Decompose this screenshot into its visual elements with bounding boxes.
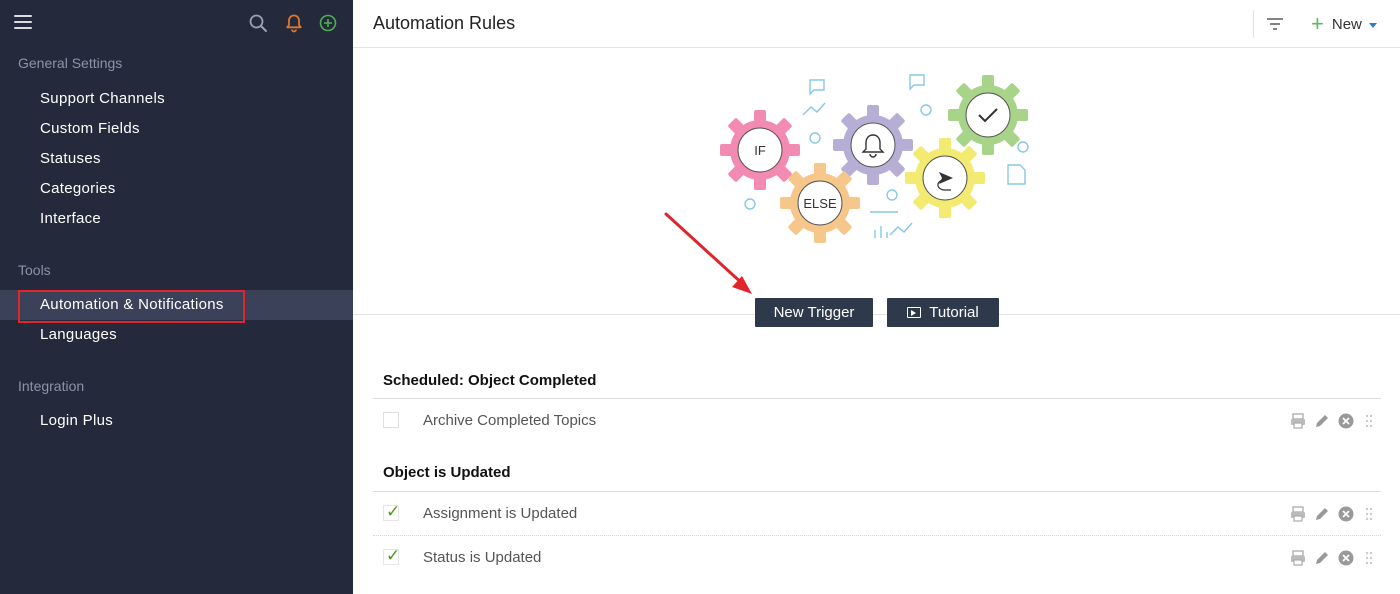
drag-handle-icon[interactable] (1365, 507, 1373, 521)
new-button-label: New (1331, 15, 1362, 33)
sidebar-item-support-channels[interactable]: Support Channels (0, 84, 353, 114)
drag-handle-icon[interactable] (1365, 414, 1373, 428)
tutorial-button[interactable]: Tutorial (887, 298, 999, 327)
edit-pencil-icon[interactable] (1313, 505, 1331, 523)
row-actions (1289, 412, 1373, 430)
add-circle-icon[interactable] (318, 13, 338, 33)
print-icon[interactable] (1289, 549, 1307, 567)
rule-row: ✓ Assignment is Updated (373, 492, 1381, 536)
check-mark-icon: ✓ (386, 546, 401, 565)
delete-circle-icon[interactable] (1337, 549, 1355, 567)
plus-icon: + (1311, 11, 1324, 36)
rule-enabled-checkbox[interactable]: ✓ (383, 502, 401, 521)
sidebar-toolbar (0, 0, 353, 48)
rule-row: Archive Completed Topics (373, 399, 1381, 443)
section-general-settings: General Settings (18, 55, 123, 71)
automation-gears-illustration: IF ELSE (720, 74, 1029, 243)
sidebar-item-languages[interactable]: Languages (0, 320, 353, 350)
sidebar-item-custom-fields[interactable]: Custom Fields (0, 114, 353, 144)
new-trigger-label: New Trigger (773, 304, 855, 321)
page-header: Automation Rules + New (353, 0, 1400, 48)
search-icon[interactable] (248, 13, 268, 33)
print-icon[interactable] (1289, 412, 1307, 430)
rule-label: Status is Updated (423, 549, 542, 566)
bell-icon[interactable] (284, 13, 304, 33)
sidebar-item-statuses[interactable]: Statuses (0, 144, 353, 174)
row-actions (1289, 549, 1373, 567)
edit-pencil-icon[interactable] (1313, 549, 1331, 567)
filter-icon[interactable] (1265, 14, 1285, 34)
rule-row: ✓ Status is Updated (373, 536, 1381, 580)
new-button[interactable]: + New (1311, 12, 1377, 36)
delete-circle-icon[interactable] (1337, 412, 1355, 430)
section-integration: Integration (18, 378, 85, 394)
if-label: IF (754, 143, 766, 158)
hamburger-menu-icon[interactable] (14, 15, 32, 31)
action-divider (353, 314, 1400, 315)
tutorial-label: Tutorial (929, 304, 979, 321)
rule-group-title: Object is Updated (383, 464, 511, 481)
sidebar-item-interface[interactable]: Interface (0, 204, 353, 234)
new-trigger-button[interactable]: New Trigger (755, 298, 873, 327)
print-icon[interactable] (1289, 505, 1307, 523)
row-actions (1289, 505, 1373, 523)
section-tools: Tools (18, 262, 51, 278)
check-mark-icon: ✓ (386, 502, 401, 521)
sidebar: General Settings Support Channels Custom… (0, 0, 353, 594)
rule-enabled-checkbox[interactable]: ✓ (383, 546, 401, 565)
sidebar-item-categories[interactable]: Categories (0, 174, 353, 204)
else-label: ELSE (803, 196, 837, 211)
caret-down-icon (1368, 23, 1377, 28)
rule-group-title: Scheduled: Object Completed (383, 372, 597, 389)
rule-label: Assignment is Updated (423, 505, 578, 522)
edit-pencil-icon[interactable] (1313, 412, 1331, 430)
rule-enabled-checkbox[interactable] (383, 412, 399, 428)
page-title: Automation Rules (373, 13, 516, 33)
drag-handle-icon[interactable] (1365, 551, 1373, 565)
play-icon (907, 307, 922, 318)
sidebar-item-automation-notifications[interactable]: Automation & Notifications (0, 290, 353, 320)
rule-label: Archive Completed Topics (423, 412, 597, 429)
header-divider (1253, 10, 1254, 38)
sidebar-item-login-plus[interactable]: Login Plus (0, 406, 353, 436)
delete-circle-icon[interactable] (1337, 505, 1355, 523)
